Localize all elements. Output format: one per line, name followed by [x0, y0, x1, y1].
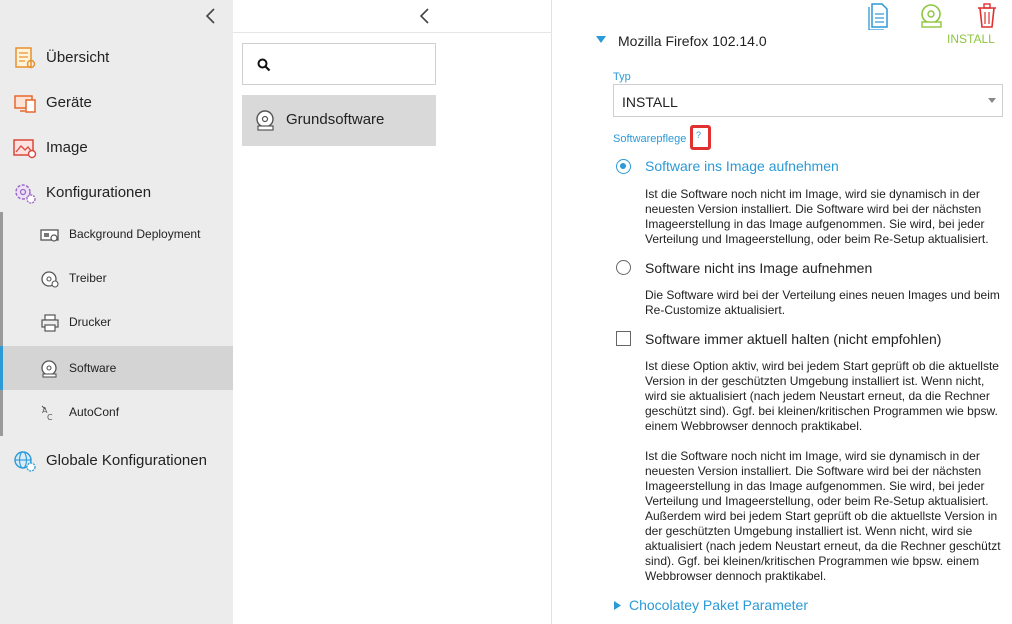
- checkbox-label[interactable]: Software immer aktuell halten (nicht emp…: [645, 331, 941, 347]
- sidebar-item-image[interactable]: Image: [0, 125, 233, 169]
- option-label[interactable]: Software nicht ins Image aufnehmen: [645, 260, 872, 276]
- sidebar-subitem-label: Software: [69, 361, 117, 375]
- softwarepflege-label: Softwarepflege: [613, 133, 687, 145]
- option-description: Die Software wird bei der Verteilung ein…: [645, 288, 1000, 317]
- sidebar-subitem-software[interactable]: Software: [0, 346, 233, 390]
- divider: [233, 32, 552, 33]
- search-icon: [257, 58, 271, 72]
- radio-software-ins-image[interactable]: [616, 159, 631, 174]
- sidebar-item-label: Geräte: [46, 93, 92, 111]
- deployment-icon: [40, 229, 59, 242]
- autoconf-icon: A C: [41, 405, 53, 422]
- search-input[interactable]: [279, 52, 429, 76]
- document-icon[interactable]: [865, 2, 893, 30]
- sidebar-subitem-background-deployment[interactable]: Background Deployment: [0, 212, 233, 256]
- option-label[interactable]: Software ins Image aufnehmen: [645, 158, 839, 174]
- sidebar-subitem-treiber[interactable]: Treiber: [0, 256, 233, 300]
- sidebar-item-uebersicht[interactable]: Übersicht: [0, 35, 233, 79]
- svg-text:C: C: [47, 413, 53, 422]
- sidebar-item-geraete[interactable]: Geräte: [0, 80, 233, 124]
- sidebar-item-label: Image: [46, 138, 88, 156]
- sidebar-subitem-autoconf[interactable]: A C AutoConf: [0, 390, 233, 434]
- radio-software-nicht-ins-image[interactable]: [616, 260, 631, 275]
- trash-icon[interactable]: [973, 2, 1001, 30]
- sidebar-subitem-label: Treiber: [69, 271, 107, 285]
- typ-select-value: INSTALL: [622, 94, 678, 110]
- sidebar-item-label: Konfigurationen: [46, 183, 152, 201]
- sidebar: Übersicht Geräte Image Konfigurationen B…: [0, 0, 233, 624]
- global-config-icon: [14, 451, 36, 472]
- typ-select[interactable]: INSTALL: [613, 84, 1003, 117]
- collapse-sidebar-chevron-icon[interactable]: [202, 6, 220, 26]
- checkbox-description-extended: Ist die Software noch nicht im Image, wi…: [645, 449, 1001, 583]
- sidebar-subitem-label: Background Deployment: [69, 227, 201, 241]
- section-chocolatey-parameter[interactable]: Chocolatey Paket Parameter: [629, 597, 808, 613]
- list-item-label: Grundsoftware: [286, 111, 385, 128]
- option-description: Ist die Software noch nicht im Image, wi…: [645, 187, 989, 246]
- typ-label: Typ: [613, 71, 631, 83]
- sidebar-subitem-label: AutoConf: [69, 405, 120, 419]
- search-box[interactable]: [242, 43, 436, 85]
- install-disc-icon[interactable]: [918, 2, 946, 30]
- sidebar-subitem-label: Drucker: [69, 315, 112, 329]
- printer-icon: [41, 314, 59, 332]
- detail-panel: Mozilla Firefox 102.14.0 INSTALL Typ INS…: [552, 0, 1012, 624]
- sidebar-item-globale-konfigurationen[interactable]: Globale Konfigurationen: [0, 438, 233, 482]
- config-gear-icon: [15, 184, 36, 204]
- help-icon: ?: [696, 130, 702, 140]
- dropdown-arrow-icon: [988, 98, 996, 103]
- software-disc-icon: [41, 360, 57, 378]
- expand-triangle-icon[interactable]: [614, 601, 621, 610]
- checkbox-immer-aktuell[interactable]: [616, 331, 631, 346]
- list-item-grundsoftware[interactable]: Grundsoftware: [242, 95, 436, 146]
- checkbox-description: Ist diese Option aktiv, wird bei jedem S…: [645, 359, 999, 433]
- software-disc-icon: [256, 110, 274, 131]
- sidebar-item-konfigurationen[interactable]: Konfigurationen: [0, 170, 233, 214]
- collapse-triangle-icon[interactable]: [596, 36, 606, 44]
- back-chevron-icon[interactable]: [416, 6, 434, 26]
- overview-icon: [15, 47, 36, 69]
- type-badge: INSTALL: [947, 32, 995, 46]
- help-button[interactable]: ?: [690, 125, 711, 150]
- sidebar-item-label: Globale Konfigurationen: [46, 451, 207, 469]
- sidebar-subitem-drucker[interactable]: Drucker: [0, 300, 233, 344]
- devices-icon: [14, 95, 36, 113]
- driver-disc-icon: [41, 271, 59, 288]
- image-icon: [13, 139, 37, 159]
- sidebar-item-label: Übersicht: [46, 48, 110, 66]
- list-panel: Grundsoftware: [233, 0, 552, 624]
- software-title: Mozilla Firefox 102.14.0: [618, 33, 767, 49]
